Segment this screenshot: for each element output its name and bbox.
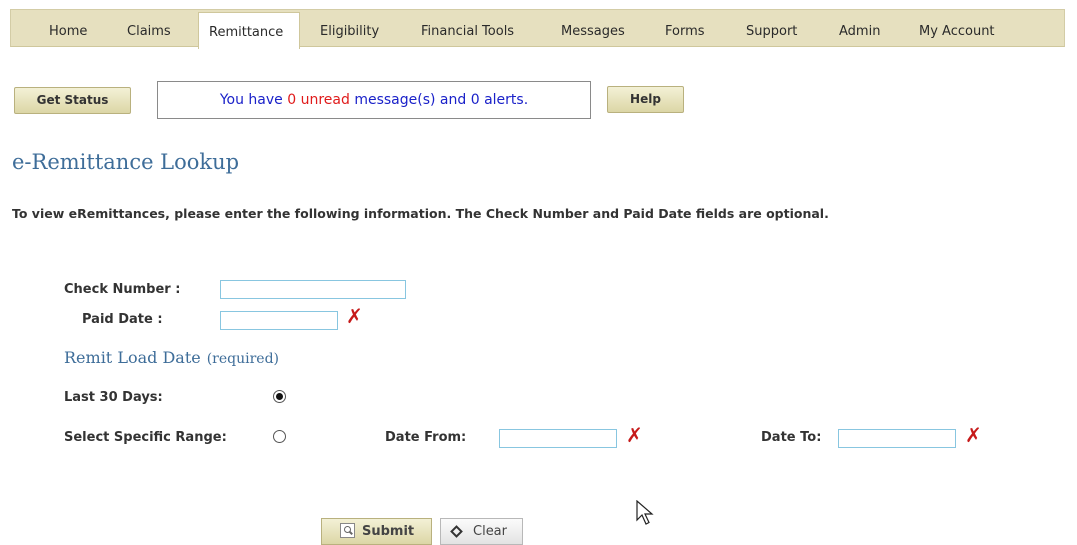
nav-tab-admin[interactable]: Admin <box>839 10 880 46</box>
main-nav-bar: Home Claims Remittance Eligibility Finan… <box>10 9 1065 49</box>
mouse-cursor-icon <box>636 500 654 525</box>
nav-tab-home[interactable]: Home <box>49 10 87 46</box>
help-button[interactable]: Help <box>607 86 684 113</box>
message-prefix: You have <box>219 92 283 108</box>
specific-range-radio[interactable] <box>273 430 286 443</box>
unread-count: 0 <box>287 92 297 108</box>
date-from-input[interactable] <box>499 429 617 448</box>
instructions-text: To view eRemittances, please enter the f… <box>12 206 829 221</box>
get-status-button[interactable]: Get Status <box>14 87 131 114</box>
nav-tab-claims[interactable]: Claims <box>127 10 171 46</box>
message-alert-box[interactable]: You have 0 unread message(s) and 0 alert… <box>157 81 591 119</box>
required-note: (required) <box>206 351 280 367</box>
paid-date-label: Paid Date : <box>82 312 163 327</box>
paid-date-clear-icon[interactable]: ✗ <box>346 306 363 326</box>
magnifier-icon <box>340 523 355 538</box>
date-from-clear-icon[interactable]: ✗ <box>626 425 643 445</box>
nav-tab-financial-tools[interactable]: Financial Tools <box>421 10 514 46</box>
unread-word: unread <box>300 92 350 108</box>
page-title: e-Remittance Lookup <box>12 150 240 174</box>
nav-tab-forms[interactable]: Forms <box>665 10 705 46</box>
check-number-input[interactable] <box>220 280 406 299</box>
date-from-label: Date From: <box>385 430 467 445</box>
date-to-label: Date To: <box>761 430 822 445</box>
date-to-clear-icon[interactable]: ✗ <box>965 425 982 445</box>
nav-tab-eligibility[interactable]: Eligibility <box>320 10 379 46</box>
remit-load-date-heading: Remit Load Date (required) <box>64 348 279 367</box>
paid-date-input[interactable] <box>220 311 338 330</box>
date-to-input[interactable] <box>838 429 956 448</box>
remit-load-date-title: Remit Load Date <box>64 348 201 367</box>
nav-tab-my-account[interactable]: My Account <box>919 10 995 46</box>
nav-tab-messages[interactable]: Messages <box>561 10 625 46</box>
last-30-days-radio[interactable] <box>273 390 286 403</box>
last-30-days-label: Last 30 Days: <box>64 390 163 405</box>
specific-range-label: Select Specific Range: <box>64 430 227 445</box>
check-number-label: Check Number : <box>64 282 181 297</box>
message-suffix: message(s) and 0 alerts. <box>354 92 529 108</box>
nav-tab-support[interactable]: Support <box>746 10 797 46</box>
nav-tab-remittance[interactable]: Remittance <box>198 12 300 49</box>
submit-button[interactable]: Submit <box>321 518 432 545</box>
